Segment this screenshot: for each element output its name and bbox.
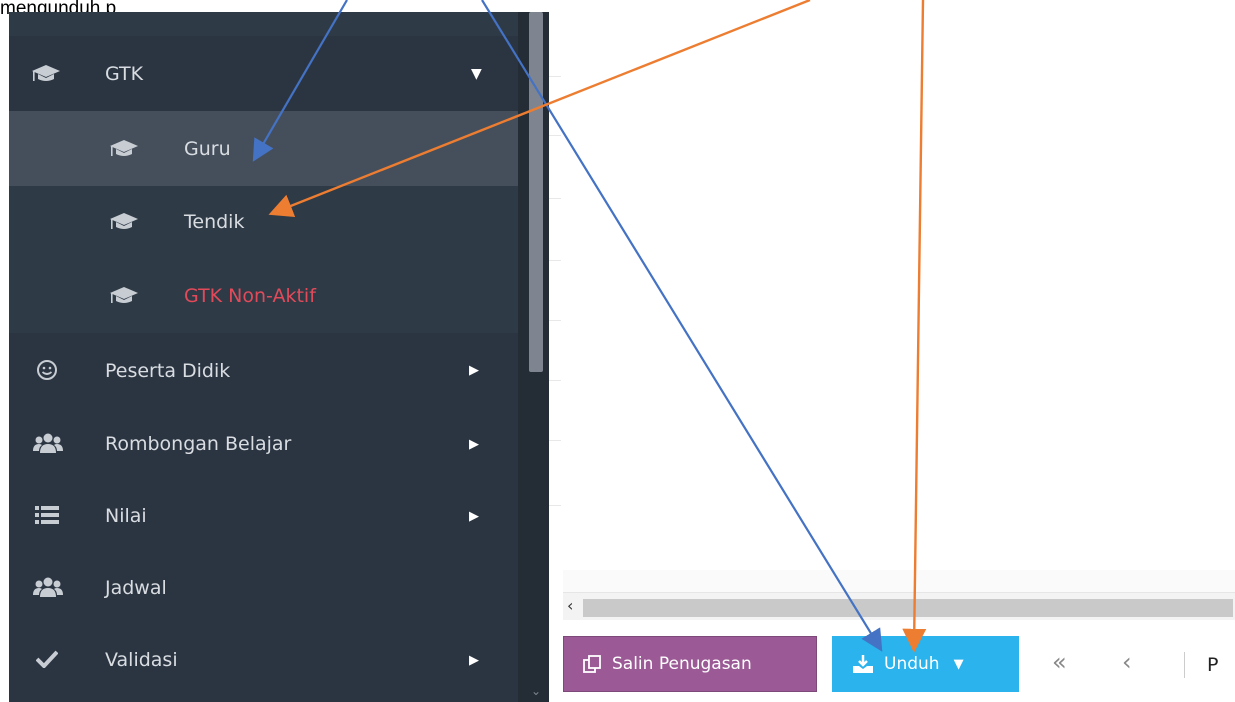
download-icon [852, 654, 874, 674]
users-icon [33, 432, 63, 454]
sidebar-item-label: Nilai [105, 505, 147, 527]
caret-down-icon: ▼ [471, 65, 482, 82]
scroll-left-icon[interactable]: ‹ [567, 596, 573, 615]
unduh-button[interactable]: Unduh ▼ [832, 636, 1019, 692]
horizontal-scrollbar[interactable]: ‹ [563, 592, 1235, 620]
sidebar-top-band [9, 12, 518, 36]
page-label: P [1207, 654, 1219, 676]
pager-divider [1184, 652, 1185, 678]
sidebar-item-label: Tendik [184, 211, 245, 233]
sidebar-item-validasi[interactable]: Validasi ▶ [9, 624, 518, 696]
sidebar-item-gtk[interactable]: GTK ▼ [9, 36, 518, 111]
caret-right-icon: ▶ [469, 508, 479, 524]
sidebar-item-label: GTK Non-Aktif [184, 284, 316, 307]
graduation-cap-icon [109, 284, 139, 306]
first-page-icon[interactable]: « [1052, 648, 1067, 676]
sidebar-scrollbar[interactable]: ⌄ [518, 12, 549, 702]
caret-down-icon: ▼ [953, 656, 964, 672]
sidebar-item-label: Peserta Didik [105, 359, 231, 382]
graduation-cap-icon [109, 137, 139, 159]
table-row [563, 570, 1235, 592]
sidebar-item-guru[interactable]: Guru [9, 111, 518, 186]
caret-right-icon: ▶ [469, 363, 479, 378]
sidebar-item-label: Validasi [105, 649, 178, 671]
sidebar-item-tendik[interactable]: Tendik [9, 186, 518, 258]
sidebar-item-label: Jadwal [105, 577, 167, 599]
scrollbar-thumb[interactable] [529, 12, 543, 372]
button-label: Salin Penugasan [612, 654, 752, 674]
sidebar-item-label: GTK [105, 62, 144, 85]
check-icon [36, 650, 58, 668]
caret-right-icon: ▶ [469, 436, 479, 452]
salin-penugasan-button[interactable]: Salin Penugasan [563, 636, 817, 692]
scroll-down-icon[interactable]: ⌄ [531, 684, 541, 698]
caret-right-icon: ▶ [469, 652, 479, 668]
sidebar-item-jadwal[interactable]: Jadwal [9, 552, 518, 624]
graduation-cap-icon [31, 62, 61, 84]
copy-icon [582, 654, 602, 674]
sidebar-item-gtk-non-aktif[interactable]: GTK Non-Aktif [9, 258, 518, 333]
scrollbar-thumb[interactable] [583, 599, 1233, 617]
sidebar-item-peserta-didik[interactable]: Peserta Didik ▶ [9, 333, 518, 408]
smile-icon [36, 359, 58, 381]
prev-page-icon[interactable]: ‹ [1122, 648, 1132, 676]
sidebar-item-label: Guru [184, 137, 231, 160]
graduation-cap-icon [109, 210, 139, 232]
list-icon [35, 506, 59, 524]
sidebar-item-nilai[interactable]: Nilai ▶ [9, 480, 518, 552]
users-icon [33, 576, 63, 598]
sidebar-item-rombongan-belajar[interactable]: Rombongan Belajar ▶ [9, 408, 518, 480]
button-label: Unduh [884, 654, 940, 674]
sidebar-item-label: Rombongan Belajar [105, 433, 292, 455]
sidebar: GTK ▼ Guru Tendik GTK Non-Aktif Peserta … [9, 12, 549, 702]
